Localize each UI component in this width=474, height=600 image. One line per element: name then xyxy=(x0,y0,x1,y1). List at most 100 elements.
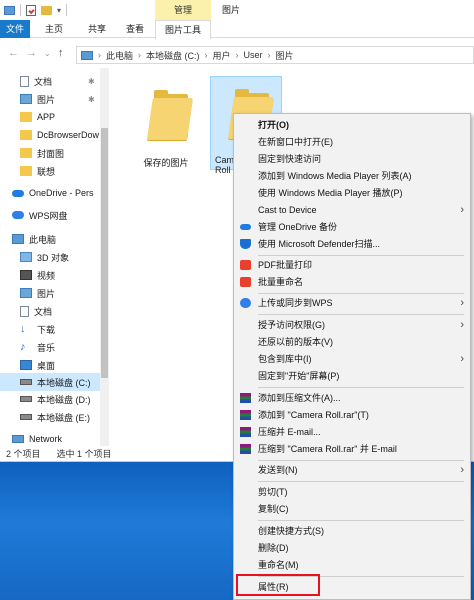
sidebar-item-label: 封面图 xyxy=(37,148,65,159)
menu-item-upload-wps[interactable]: 上传或同步到WPS › xyxy=(234,295,470,311)
pictures-icon xyxy=(20,288,32,298)
winrar-icon xyxy=(240,427,251,437)
sidebar-item-label: 下载 xyxy=(37,324,56,335)
menu-item-send-to[interactable]: 发送到(N) › xyxy=(234,462,470,478)
pc-icon[interactable] xyxy=(4,5,15,15)
menu-item-label: 压缩并 E-mail... xyxy=(258,427,321,437)
breadcrumb-users[interactable]: 用户 xyxy=(213,49,231,62)
document-icon xyxy=(20,75,29,87)
menu-item-restore-versions[interactable]: 还原以前的版本(V) xyxy=(234,334,470,350)
chevron-right-icon: › xyxy=(460,204,464,216)
menu-item-label: 复制(C) xyxy=(258,504,289,514)
sidebar-item-label: 文档 xyxy=(34,306,53,317)
menu-item-rename[interactable]: 重命名(M) xyxy=(234,557,470,573)
sidebar-item-dcbrowser[interactable]: DcBrowserDow xyxy=(0,126,100,144)
back-arrow-icon[interactable]: ← xyxy=(8,47,19,59)
sidebar-item-label: 此电脑 xyxy=(29,234,57,245)
sidebar-item-pictures[interactable]: 图片 xyxy=(0,284,100,302)
sidebar-item-label: 视频 xyxy=(37,270,56,281)
menu-item-onedrive-backup[interactable]: 管理 OneDrive 备份 xyxy=(234,219,470,235)
chevron-right-icon[interactable]: › xyxy=(98,50,101,60)
menu-item-label: 管理 OneDrive 备份 xyxy=(258,222,338,232)
sidebar-item-label: 本地磁盘 (C:) xyxy=(37,377,91,388)
sidebar-item-videos[interactable]: 视频 xyxy=(0,266,100,284)
menu-item-give-access[interactable]: 授予访问权限(G) › xyxy=(234,317,470,333)
breadcrumb-this-pc[interactable]: 此电脑 xyxy=(106,49,133,62)
tab-file[interactable]: 文件 xyxy=(0,20,30,38)
menu-item-cast-to-device[interactable]: Cast to Device › xyxy=(234,202,470,218)
menu-item-pin-to-start[interactable]: 固定到"开始"屏幕(P) xyxy=(234,368,470,384)
wps-pdf-icon xyxy=(240,260,251,270)
menu-separator xyxy=(258,314,464,315)
menu-item-label: 重命名(M) xyxy=(258,560,299,570)
drive-icon xyxy=(20,396,32,402)
desktop-icon xyxy=(20,360,32,370)
sidebar-item-label: 图片 xyxy=(37,94,56,105)
menu-item-include-in-library[interactable]: 包含到库中(I) › xyxy=(234,351,470,367)
tab-picture-tools[interactable]: 图片工具 xyxy=(155,20,211,39)
navigation-scrollbar[interactable] xyxy=(100,68,109,446)
menu-item-label: 上传或同步到WPS xyxy=(258,298,333,308)
sidebar-item-onedrive[interactable]: OneDrive - Pers xyxy=(0,184,100,202)
new-folder-icon[interactable] xyxy=(41,5,52,15)
sidebar-item-label: 本地磁盘 (D:) xyxy=(37,394,91,405)
sidebar-item-music[interactable]: ♪ 音乐 xyxy=(0,338,100,356)
scrollbar-thumb[interactable] xyxy=(101,128,108,378)
sidebar-item-drive-c[interactable]: 本地磁盘 (C:) xyxy=(0,373,100,391)
chevron-right-icon[interactable]: › xyxy=(268,50,271,60)
recent-chevron-down-icon[interactable]: ⌄ xyxy=(44,49,51,58)
menu-item-batch-rename[interactable]: 批量重命名 xyxy=(234,274,470,290)
menu-item-pin-quick-access[interactable]: 固定到快速访问 xyxy=(234,151,470,167)
sidebar-item-wps-cloud[interactable]: WPS网盘 xyxy=(0,206,100,224)
breadcrumb-pictures[interactable]: 图片 xyxy=(276,49,294,62)
menu-item-defender-scan[interactable]: 使用 Microsoft Defender扫描... xyxy=(234,236,470,252)
item-count: 2 个项目 xyxy=(6,449,41,459)
menu-separator xyxy=(258,293,464,294)
tab-view[interactable]: 查看 xyxy=(118,20,152,38)
menu-item-compress-email[interactable]: 压缩并 E-mail... xyxy=(234,424,470,440)
sidebar-item-lenovo[interactable]: 联想 xyxy=(0,162,100,180)
tab-share[interactable]: 共享 xyxy=(78,20,116,38)
menu-item-copy[interactable]: 复制(C) xyxy=(234,501,470,517)
sidebar-item-cover[interactable]: 封面图 xyxy=(0,144,100,162)
menu-item-delete[interactable]: 删除(D) xyxy=(234,540,470,556)
chevron-right-icon[interactable]: › xyxy=(236,50,239,60)
chevron-right-icon[interactable]: › xyxy=(205,50,208,60)
sidebar-item-3d-objects[interactable]: 3D 对象 xyxy=(0,248,100,266)
menu-item-add-to-rar[interactable]: 添加到 "Camera Roll.rar"(T) xyxy=(234,407,470,423)
properties-icon[interactable] xyxy=(26,4,36,16)
menu-item-add-to-archive[interactable]: 添加到压缩文件(A)... xyxy=(234,390,470,406)
up-arrow-icon[interactable]: ↑ xyxy=(58,47,64,59)
sidebar-item-downloads[interactable]: ↓ 下载 xyxy=(0,320,100,338)
sidebar-item-documents-pinned[interactable]: 文档 ✱ xyxy=(0,72,100,90)
menu-item-play-wmp[interactable]: 使用 Windows Media Player 播放(P) xyxy=(234,185,470,201)
tab-home[interactable]: 主页 xyxy=(34,20,74,38)
menu-item-label: 剪切(T) xyxy=(258,487,288,497)
menu-item-pdf-batch-print[interactable]: PDF批量打印 xyxy=(234,257,470,273)
window-title: 图片 xyxy=(222,5,241,15)
breadcrumb-user[interactable]: User xyxy=(244,50,263,60)
folder-tile-saved-pictures[interactable]: 保存的图片 xyxy=(130,78,202,172)
pin-icon: ✱ xyxy=(88,76,95,86)
menu-item-add-wmp-list[interactable]: 添加到 Windows Media Player 列表(A) xyxy=(234,168,470,184)
sidebar-item-app[interactable]: APP xyxy=(0,108,100,126)
menu-item-compress-rar-email[interactable]: 压缩到 "Camera Roll.rar" 并 E-mail xyxy=(234,441,470,457)
sidebar-item-documents[interactable]: 文档 xyxy=(0,302,100,320)
sidebar-item-network[interactable]: Network xyxy=(0,430,100,446)
menu-item-open-new-window[interactable]: 在新窗口中打开(E) xyxy=(234,134,470,150)
menu-item-cut[interactable]: 剪切(T) xyxy=(234,484,470,500)
menu-item-label: 压缩到 "Camera Roll.rar" 并 E-mail xyxy=(258,444,397,454)
sidebar-item-drive-d[interactable]: 本地磁盘 (D:) xyxy=(0,390,100,408)
context-menu: 打开(O) 在新窗口中打开(E) 固定到快速访问 添加到 Windows Med… xyxy=(233,113,471,600)
sidebar-item-this-pc[interactable]: 此电脑 xyxy=(0,230,100,248)
forward-arrow-icon[interactable]: → xyxy=(26,47,37,59)
customize-dropdown-icon[interactable]: ▾ xyxy=(57,6,61,15)
chevron-right-icon[interactable]: › xyxy=(138,50,141,60)
address-bar[interactable]: › 此电脑 › 本地磁盘 (C:) › 用户 › User › 图片 xyxy=(76,46,474,64)
menu-item-open[interactable]: 打开(O) xyxy=(234,117,470,133)
breadcrumb-drive-c[interactable]: 本地磁盘 (C:) xyxy=(146,49,200,62)
sidebar-item-desktop[interactable]: 桌面 xyxy=(0,356,100,374)
sidebar-item-pictures-pinned[interactable]: 图片 ✱ xyxy=(0,90,100,108)
menu-item-create-shortcut[interactable]: 创建快捷方式(S) xyxy=(234,523,470,539)
sidebar-item-drive-e[interactable]: 本地磁盘 (E:) xyxy=(0,408,100,426)
